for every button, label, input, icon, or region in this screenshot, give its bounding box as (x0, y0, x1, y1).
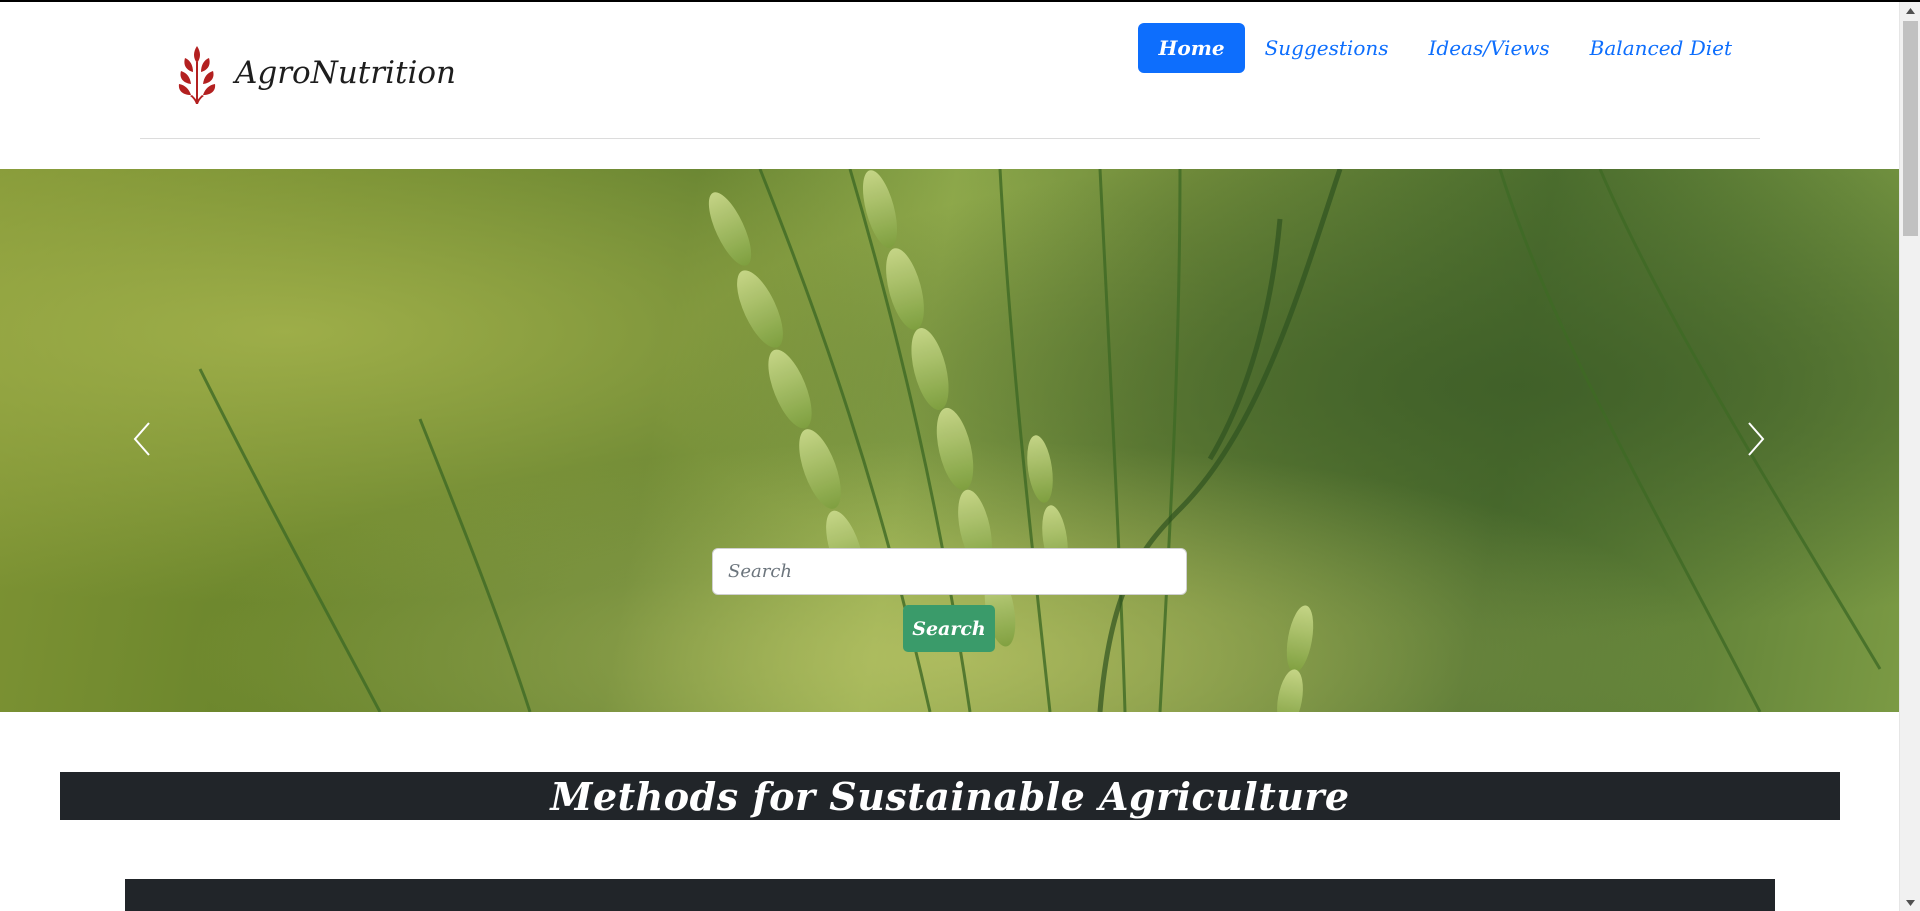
main-nav: Home Suggestions Ideas/Views Balanced Di… (1138, 23, 1752, 73)
search-input[interactable] (712, 548, 1187, 595)
scroll-thumb[interactable] (1903, 21, 1918, 236)
nav-suggestions[interactable]: Suggestions (1245, 23, 1409, 73)
carousel-prev-button[interactable] (122, 409, 162, 469)
carousel-next-button[interactable] (1736, 409, 1776, 469)
nav-home[interactable]: Home (1138, 23, 1245, 73)
nav-ideas-views[interactable]: Ideas/Views (1409, 23, 1570, 73)
header-divider (140, 138, 1760, 139)
brand-name: AgroNutrition (235, 55, 456, 91)
brand[interactable]: AgroNutrition (167, 38, 456, 108)
section-heading: Methods for Sustainable Agriculture (550, 773, 1350, 819)
chevron-right-icon (1748, 422, 1765, 456)
scroll-down-arrow-icon (1906, 899, 1915, 906)
search-button[interactable]: Search (903, 605, 995, 652)
content-card (125, 879, 1775, 911)
scrollbar[interactable] (1899, 2, 1920, 911)
site-header: AgroNutrition Home Suggestions Ideas/Vie… (0, 2, 1899, 168)
scroll-down-button[interactable] (1900, 894, 1920, 911)
chevron-left-icon (133, 422, 150, 456)
scroll-up-button[interactable] (1900, 2, 1920, 19)
nav-balanced-diet[interactable]: Balanced Diet (1570, 23, 1752, 73)
scroll-up-arrow-icon (1906, 7, 1915, 14)
wheat-icon (178, 46, 216, 104)
section-heading-bar: Methods for Sustainable Agriculture (60, 772, 1840, 820)
